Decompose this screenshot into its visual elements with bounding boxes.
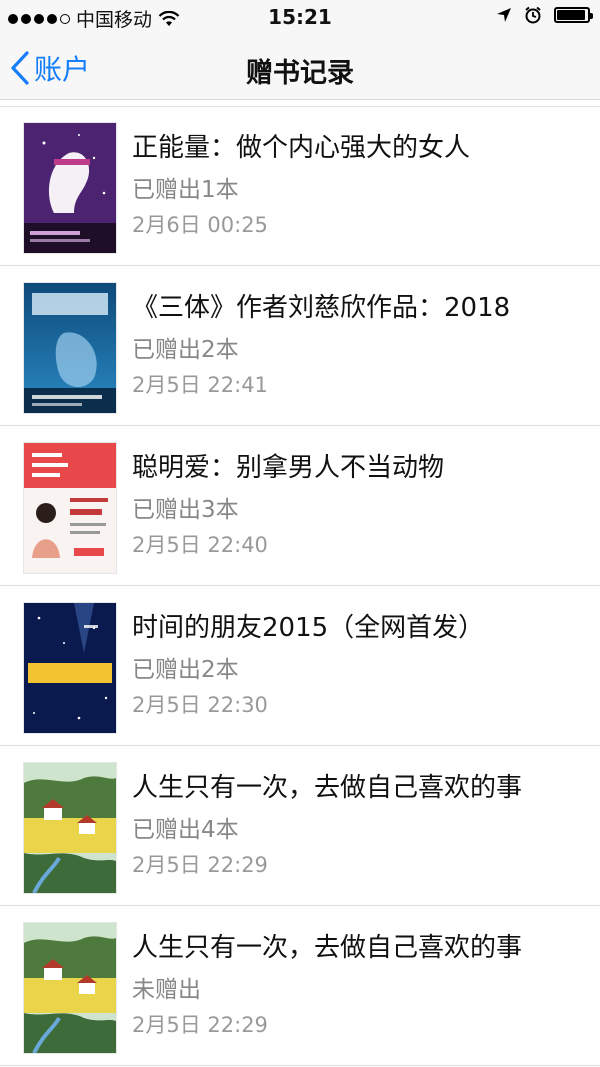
gift-status: 已赠出1本 [132,177,239,203]
gift-status: 已赠出4本 [132,817,239,843]
book-title: 《三体》作者刘慈欣作品：2018 [132,293,511,323]
gift-time: 2月5日 22:30 [132,693,268,717]
list-item[interactable]: 时间的朋友2015（全网首发） 已赠出2本 2月5日 22:30 [0,586,600,746]
book-cover [24,123,116,253]
gift-time: 2月6日 00:25 [132,213,268,237]
nav-bar: 账户 赠书记录 [0,34,600,100]
book-title: 聪明爱：别拿男人不当动物 [132,453,445,483]
list-item[interactable]: 正能量：做个内心强大的女人 已赠出1本 2月6日 00:25 [0,106,600,266]
book-title: 人生只有一次，去做自己喜欢的事 [132,773,523,803]
list-item[interactable]: 人生只有一次，去做自己喜欢的事 已赠出4本 2月5日 22:29 [0,746,600,906]
gift-time: 2月5日 22:29 [132,1013,268,1037]
gift-record-list: 正能量：做个内心强大的女人 已赠出1本 2月6日 00:25 《三体》作者刘慈欣… [0,106,600,1066]
list-item[interactable]: 《三体》作者刘慈欣作品：2018 已赠出2本 2月5日 22:41 [0,266,600,426]
book-cover [24,283,116,413]
list-item[interactable]: 人生只有一次，去做自己喜欢的事 未赠出 2月5日 22:29 [0,906,600,1066]
location-arrow-icon [497,8,511,22]
gift-status: 已赠出3本 [132,497,239,523]
battery-icon [554,7,593,23]
gift-status: 已赠出2本 [132,657,239,683]
book-title: 正能量：做个内心强大的女人 [132,133,471,163]
gift-status: 已赠出2本 [132,337,239,363]
book-cover [24,603,116,733]
book-cover [24,763,116,893]
status-bar: 中国移动 15:21 [0,0,600,34]
alarm-icon [525,6,541,24]
book-title: 人生只有一次，去做自己喜欢的事 [132,933,523,963]
gift-time: 2月5日 22:41 [132,373,268,397]
book-title: 时间的朋友2015（全网首发） [132,613,485,643]
book-cover [24,923,116,1053]
gift-status: 未赠出 [132,977,201,1003]
status-right [496,6,593,24]
page-title: 赠书记录 [246,58,354,89]
book-cover [24,443,116,573]
gift-time: 2月5日 22:29 [132,853,268,877]
list-item[interactable]: 聪明爱：别拿男人不当动物 已赠出3本 2月5日 22:40 [0,426,600,586]
gift-time: 2月5日 22:40 [132,533,268,557]
